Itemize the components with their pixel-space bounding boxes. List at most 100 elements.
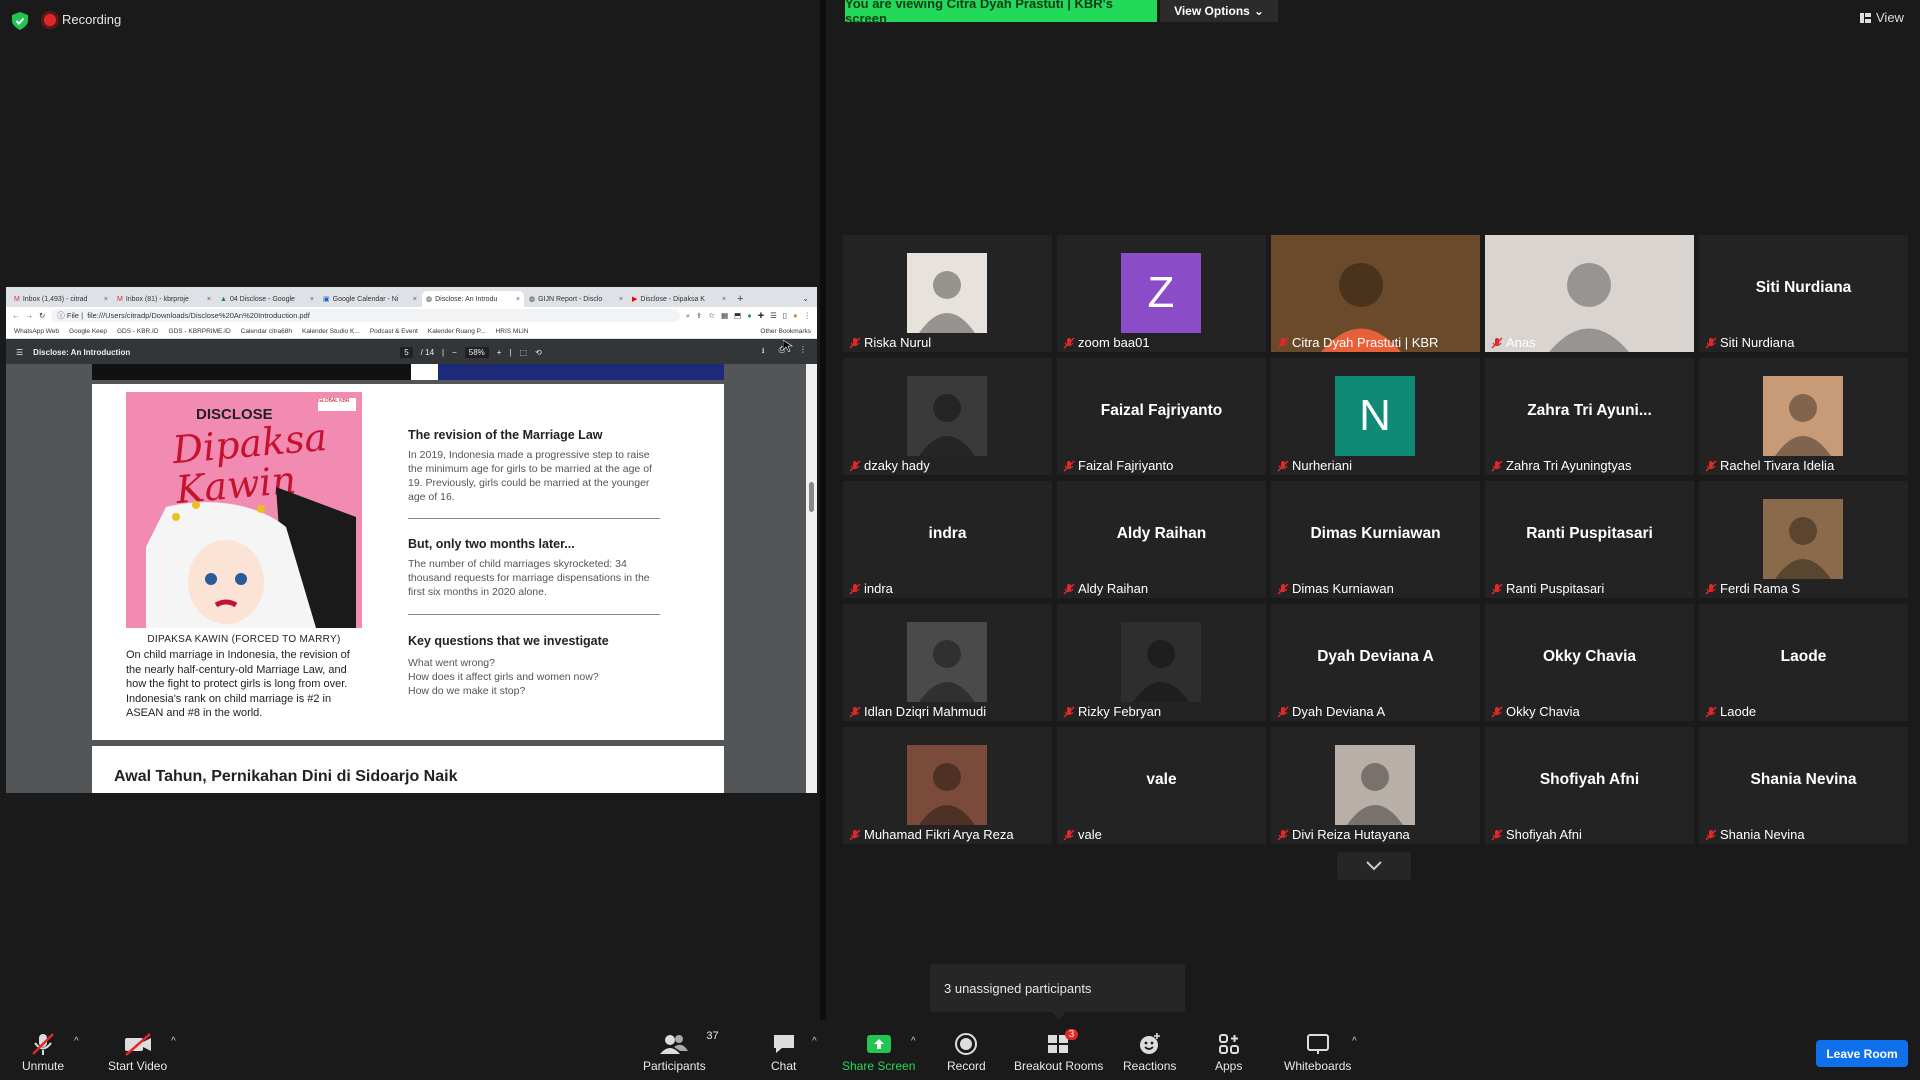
pdf-scrollbar[interactable] <box>806 364 817 793</box>
more-icon[interactable]: ⋮ <box>799 345 807 359</box>
record-button[interactable]: Record <box>947 1032 986 1073</box>
recording-indicator[interactable]: Recording <box>44 12 121 27</box>
extension-icon[interactable]: ⬒ <box>734 311 741 320</box>
participant-tile[interactable]: indra indra <box>843 481 1052 598</box>
url-field[interactable]: ⓘ File | file:///Users/citradp/Downloads… <box>51 309 680 322</box>
bookmark-item[interactable]: Google Keep <box>69 328 107 335</box>
participant-tile[interactable]: Zahra Tri Ayuni... Zahra Tri Ayuningtyas <box>1485 358 1694 475</box>
participant-tile[interactable]: Rachel Tivara Idelia <box>1699 358 1908 475</box>
browser-tab[interactable]: ▣ Google Calendar - Ni × <box>319 291 421 307</box>
bookmark-item[interactable]: Calendar citra68h <box>241 328 292 335</box>
browser-tab[interactable]: M Inbox (81) - kbrproje × <box>113 291 215 307</box>
participant-tile[interactable]: Aldy Raihan Aldy Raihan <box>1057 481 1266 598</box>
browser-tab[interactable]: M Inbox (1,493) - citrad × <box>10 291 112 307</box>
participant-tile[interactable]: dzaky hady <box>843 358 1052 475</box>
participant-tile[interactable]: Muhamad Fikri Arya Reza <box>843 727 1052 844</box>
participant-tile[interactable]: Siti Nurdiana Siti Nurdiana <box>1699 235 1908 352</box>
bookmark-item[interactable]: Kalender Studio K... <box>302 328 360 335</box>
extension-icon[interactable]: ● <box>747 311 752 320</box>
close-icon[interactable]: × <box>310 296 314 303</box>
participant-tile[interactable]: Ranti Puspitasari Ranti Puspitasari <box>1485 481 1694 598</box>
share-options-caret-icon[interactable]: ^ <box>911 1036 916 1047</box>
close-icon[interactable]: × <box>516 296 520 303</box>
view-button[interactable]: View <box>1860 10 1904 25</box>
participant-tile[interactable]: Okky Chavia Okky Chavia <box>1485 604 1694 721</box>
participant-tile[interactable]: Ferdi Rama S <box>1699 481 1908 598</box>
breakout-rooms-button[interactable]: 3 Breakout Rooms <box>1014 1029 1103 1073</box>
fit-page-icon[interactable]: ⬚ <box>520 348 528 357</box>
bookmark-item[interactable]: HRIS MLIN <box>496 328 529 335</box>
share-icon[interactable]: ⇪ <box>696 311 702 320</box>
participant-tile[interactable]: Rizky Febryan <box>1057 604 1266 721</box>
tab-search-icon[interactable]: ⌄ <box>794 294 817 307</box>
zoom-in-icon[interactable]: + <box>497 348 502 357</box>
participant-tile[interactable]: Divi Reiza Hutayana <box>1271 727 1480 844</box>
participant-tile[interactable]: Shania Nevina Shania Nevina <box>1699 727 1908 844</box>
bookmark-item[interactable]: WhatsApp Web <box>14 328 59 335</box>
chat-button[interactable]: Chat <box>771 1032 796 1073</box>
forward-icon[interactable]: → <box>26 311 34 320</box>
participant-tile[interactable]: Laode Laode <box>1699 604 1908 721</box>
participant-tile[interactable]: Shofiyah Afni Shofiyah Afni <box>1485 727 1694 844</box>
view-options-button[interactable]: View Options ⌄ <box>1160 0 1278 22</box>
participant-tile[interactable]: Idlan Dziqri Mahmudi <box>843 604 1052 721</box>
participant-tile[interactable]: Anas <box>1485 235 1694 352</box>
next-page-button[interactable] <box>1337 852 1411 880</box>
bookmark-item[interactable]: Podcast & Event <box>370 328 418 335</box>
security-shield-icon[interactable] <box>12 12 28 30</box>
page-number-input[interactable]: 5 <box>400 346 413 358</box>
other-bookmarks[interactable]: Other Bookmarks <box>760 328 817 335</box>
new-tab-icon[interactable]: + <box>731 293 751 307</box>
participants-button[interactable]: 37 Participants <box>643 1030 719 1073</box>
apps-button[interactable]: Apps <box>1215 1032 1242 1073</box>
whiteboards-button[interactable]: Whiteboards <box>1284 1032 1351 1073</box>
participant-tile[interactable]: Riska Nurul <box>843 235 1052 352</box>
sidebar-icon[interactable]: ▯ <box>783 311 787 320</box>
video-options-caret-icon[interactable]: ^ <box>171 1036 176 1047</box>
reading-list-icon[interactable]: ☰ <box>770 311 777 320</box>
back-icon[interactable]: ← <box>12 311 20 320</box>
download-icon[interactable]: ⭳ <box>762 345 765 359</box>
audio-options-caret-icon[interactable]: ^ <box>74 1036 79 1047</box>
leave-room-button[interactable]: Leave Room <box>1816 1040 1908 1067</box>
extension-icon[interactable]: ▦ <box>721 311 728 320</box>
puzzle-icon[interactable]: ✚ <box>758 311 764 320</box>
zoom-out-icon[interactable]: − <box>452 348 457 357</box>
participant-tile[interactable]: Zzoom baa01 <box>1057 235 1266 352</box>
close-icon[interactable]: × <box>207 296 211 303</box>
unmute-button[interactable]: Unmute <box>22 1032 64 1073</box>
hamburger-menu-icon[interactable]: ☰ <box>16 348 23 357</box>
zoom-icon[interactable]: ⌕ <box>686 311 690 321</box>
participant-tile[interactable]: Citra Dyah Prastuti | KBR <box>1271 235 1480 352</box>
participant-tile[interactable]: Dimas Kurniawan Dimas Kurniawan <box>1271 481 1480 598</box>
share-screen-button[interactable]: Share Screen <box>842 1032 915 1073</box>
participant-tile[interactable]: N Nurheriani <box>1271 358 1480 475</box>
close-icon[interactable]: × <box>104 296 108 303</box>
participant-tile[interactable]: vale vale <box>1057 727 1266 844</box>
rotate-icon[interactable]: ⟲ <box>535 348 542 357</box>
browser-tab[interactable]: ▲ 04 Disclose - Google × <box>216 291 318 307</box>
split-divider[interactable] <box>820 0 826 1030</box>
pdf-viewer[interactable]: DISCLOSE GLOBAL KBR Dipaksa Kawin DIPAKS… <box>6 364 817 793</box>
browser-tab[interactable]: ▶ Disclose - Dipaksa K × <box>628 291 730 307</box>
close-icon[interactable]: × <box>413 296 417 303</box>
reactions-button[interactable]: Reactions <box>1123 1032 1176 1073</box>
bookmark-item[interactable]: GDS - KBRPRIME.ID <box>169 328 231 335</box>
close-icon[interactable]: × <box>722 296 726 303</box>
browser-tab-active[interactable]: ◍ Disclose: An Introdu × <box>422 291 524 307</box>
star-icon[interactable]: ☆ <box>708 311 715 320</box>
participant-tile[interactable]: Faizal Fajriyanto Faizal Fajriyanto <box>1057 358 1266 475</box>
bookmark-item[interactable]: Kalender Ruang P... <box>428 328 486 335</box>
close-icon[interactable]: × <box>619 296 623 303</box>
scrollbar-thumb[interactable] <box>809 482 814 512</box>
zoom-input[interactable]: 58% <box>464 346 489 358</box>
start-video-button[interactable]: Start Video <box>108 1032 167 1073</box>
participant-tile[interactable]: Dyah Deviana A Dyah Deviana A <box>1271 604 1480 721</box>
chat-options-caret-icon[interactable]: ^ <box>812 1036 817 1047</box>
shared-screen[interactable]: M Inbox (1,493) - citrad × M Inbox (81) - k… <box>6 287 817 793</box>
bookmark-item[interactable]: GDS - KBR.ID <box>117 328 159 335</box>
browser-tab[interactable]: ◍ GIJN Report - Disclo × <box>525 291 627 307</box>
reload-icon[interactable]: ↻ <box>39 311 45 320</box>
menu-icon[interactable]: ⋮ <box>804 311 812 320</box>
whiteboard-options-caret-icon[interactable]: ^ <box>1352 1036 1357 1047</box>
